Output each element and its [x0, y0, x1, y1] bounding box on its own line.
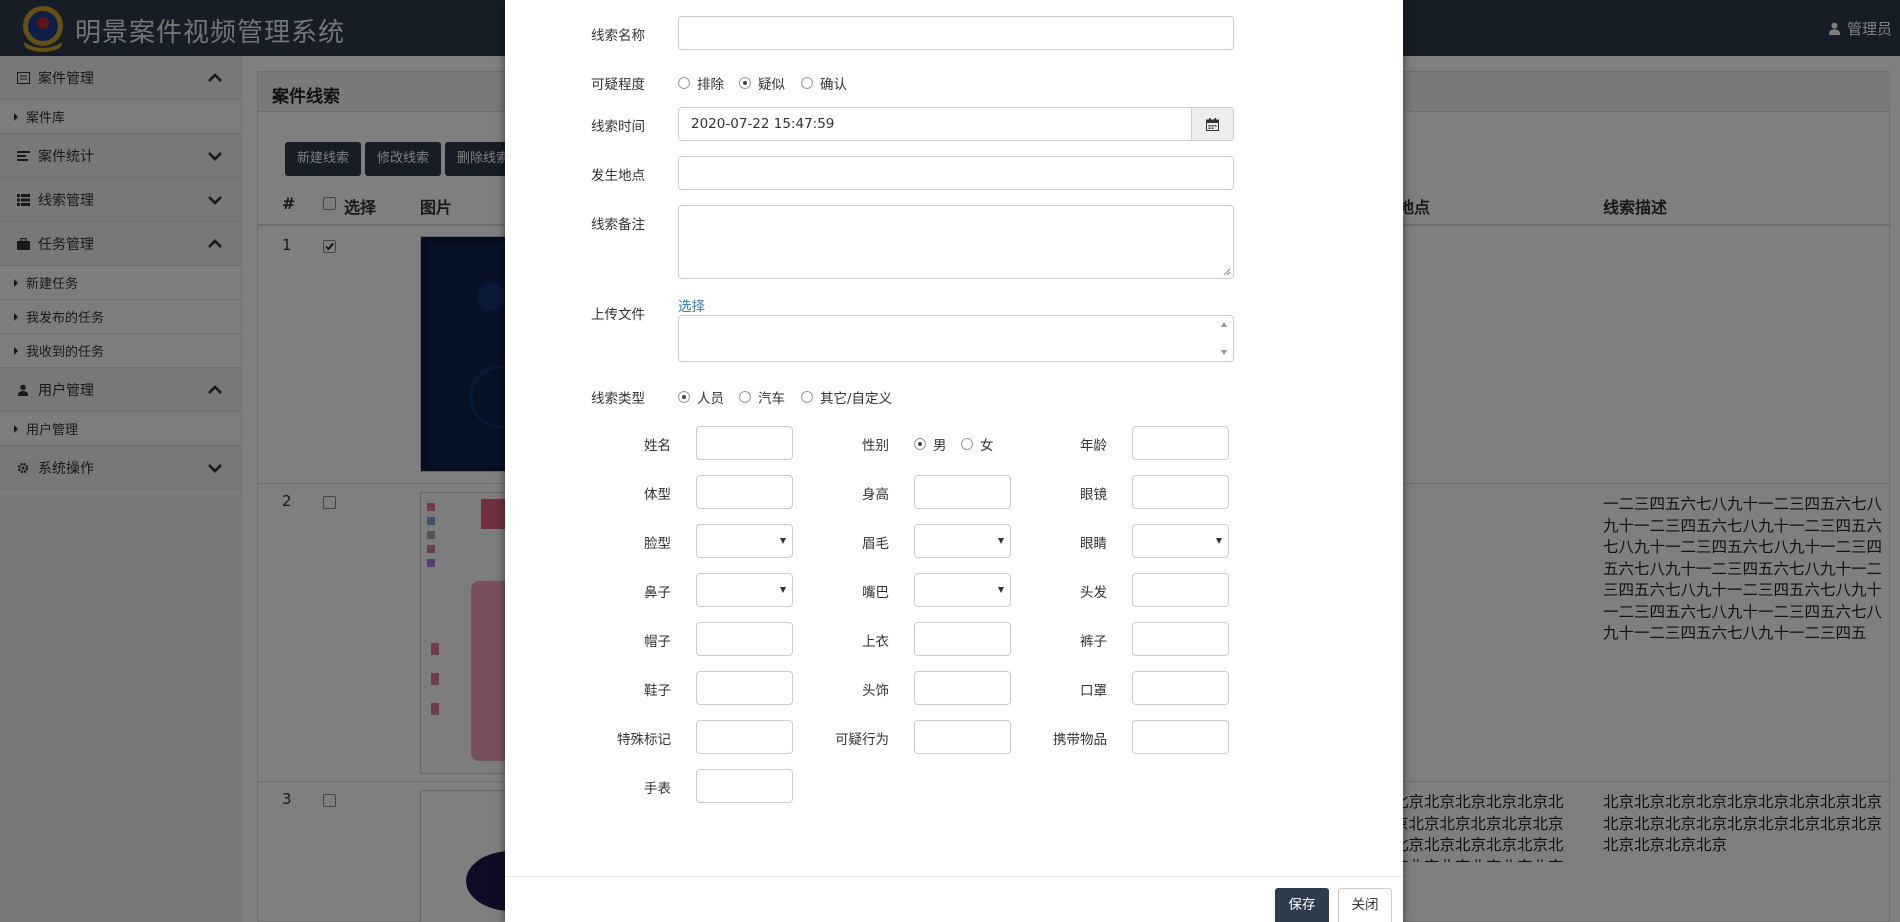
radio-button-selected [739, 77, 751, 89]
calendar-button[interactable] [1191, 108, 1233, 140]
upload-label: 上传文件 [591, 307, 645, 323]
mouth-select[interactable] [914, 573, 1011, 607]
scroll-up-arrow-icon[interactable] [1221, 322, 1227, 327]
clue-remark-label: 线索备注 [591, 217, 645, 233]
special-marks-label: 特殊标记 [617, 732, 671, 748]
eyebrow-label: 眉毛 [862, 536, 889, 552]
glasses-input[interactable] [1132, 475, 1229, 509]
hair-input[interactable] [1132, 573, 1229, 607]
radio-button [801, 391, 813, 403]
clue-edit-modal: 线索名称 可疑程度 排除 疑似 确认 线索时间 2020-07-22 15:47… [505, 0, 1403, 922]
clue-time-label: 线索时间 [591, 119, 645, 135]
hat-input[interactable] [696, 622, 793, 656]
clue-time-value: 2020-07-22 15:47:59 [691, 116, 835, 132]
dropdown-arrow-icon [1216, 538, 1222, 544]
suspicion-radio-confirmed[interactable]: 确认 [801, 73, 847, 93]
glasses-label: 眼镜 [1080, 487, 1107, 503]
top-input[interactable] [914, 622, 1011, 656]
height-input[interactable] [914, 475, 1011, 509]
pants-input[interactable] [1132, 622, 1229, 656]
radio-label: 女 [980, 438, 994, 454]
radio-button [801, 77, 813, 89]
build-input[interactable] [696, 475, 793, 509]
radio-label: 其它/自定义 [820, 391, 893, 407]
hair-label: 头发 [1080, 585, 1107, 601]
eyes-select[interactable] [1132, 524, 1229, 558]
shoes-input[interactable] [696, 671, 793, 705]
suspicion-radio-suspected[interactable]: 疑似 [739, 73, 785, 93]
type-radio-other[interactable]: 其它/自定义 [801, 387, 892, 407]
suspicious-behavior-label: 可疑行为 [835, 732, 889, 748]
clue-place-label: 发生地点 [591, 168, 645, 184]
scroll-down-arrow-icon[interactable] [1221, 350, 1227, 355]
name-input[interactable] [696, 426, 793, 460]
mask-input[interactable] [1132, 671, 1229, 705]
nose-select[interactable] [696, 573, 793, 607]
gender-radio-female[interactable]: 女 [961, 434, 994, 454]
clue-name-label: 线索名称 [591, 28, 645, 44]
save-button[interactable]: 保存 [1275, 888, 1329, 922]
eyebrow-select[interactable] [914, 524, 1011, 558]
dropdown-arrow-icon [998, 538, 1004, 544]
clue-type-label: 线索类型 [591, 391, 645, 407]
clue-name-input[interactable] [678, 16, 1234, 50]
resize-handle-icon[interactable] [1223, 268, 1231, 276]
radio-button [739, 391, 751, 403]
gender-radio-male[interactable]: 男 [914, 434, 947, 454]
carried-items-label: 携带物品 [1053, 732, 1107, 748]
radio-button [961, 438, 973, 450]
nose-label: 鼻子 [644, 585, 671, 601]
radio-button [678, 77, 690, 89]
build-label: 体型 [644, 487, 671, 503]
type-radio-person[interactable]: 人员 [678, 387, 724, 407]
upload-file-list[interactable] [678, 315, 1234, 362]
radio-label: 排除 [697, 77, 724, 93]
shoes-label: 鞋子 [644, 683, 671, 699]
hat-label: 帽子 [644, 634, 671, 650]
type-radio-car[interactable]: 汽车 [739, 387, 785, 407]
radio-label: 疑似 [758, 77, 785, 93]
headwear-input[interactable] [914, 671, 1011, 705]
radio-label: 汽车 [758, 391, 785, 407]
mouth-label: 嘴巴 [862, 585, 889, 601]
clue-place-input[interactable] [678, 156, 1234, 190]
suspicious-behavior-input[interactable] [914, 720, 1011, 754]
headwear-label: 头饰 [862, 683, 889, 699]
suspicion-radio-exclude[interactable]: 排除 [678, 73, 724, 93]
height-label: 身高 [862, 487, 889, 503]
face-select[interactable] [696, 524, 793, 558]
modal-footer-divider [505, 876, 1403, 877]
calendar-icon [1206, 117, 1219, 131]
face-label: 脸型 [644, 536, 671, 552]
close-button[interactable]: 关闭 [1338, 888, 1392, 922]
radio-label: 男 [933, 438, 947, 454]
radio-label: 确认 [820, 77, 847, 93]
carried-items-input[interactable] [1132, 720, 1229, 754]
radio-button-selected [678, 391, 690, 403]
eyes-label: 眼睛 [1080, 536, 1107, 552]
dropdown-arrow-icon [998, 587, 1004, 593]
top-label: 上衣 [862, 634, 889, 650]
clue-time-input[interactable]: 2020-07-22 15:47:59 [678, 107, 1234, 141]
age-input[interactable] [1132, 426, 1229, 460]
watch-label: 手表 [644, 781, 671, 797]
gender-label: 性别 [862, 438, 889, 454]
watch-input[interactable] [696, 769, 793, 803]
radio-button-selected [914, 438, 926, 450]
age-label: 年龄 [1080, 438, 1107, 454]
pants-label: 裤子 [1080, 634, 1107, 650]
choose-file-link[interactable]: 选择 [678, 295, 705, 315]
special-marks-input[interactable] [696, 720, 793, 754]
mask-label: 口罩 [1080, 683, 1107, 699]
clue-remark-textarea[interactable] [678, 205, 1234, 279]
name-label: 姓名 [644, 438, 671, 454]
suspicion-label: 可疑程度 [591, 77, 645, 93]
radio-label: 人员 [697, 391, 724, 407]
